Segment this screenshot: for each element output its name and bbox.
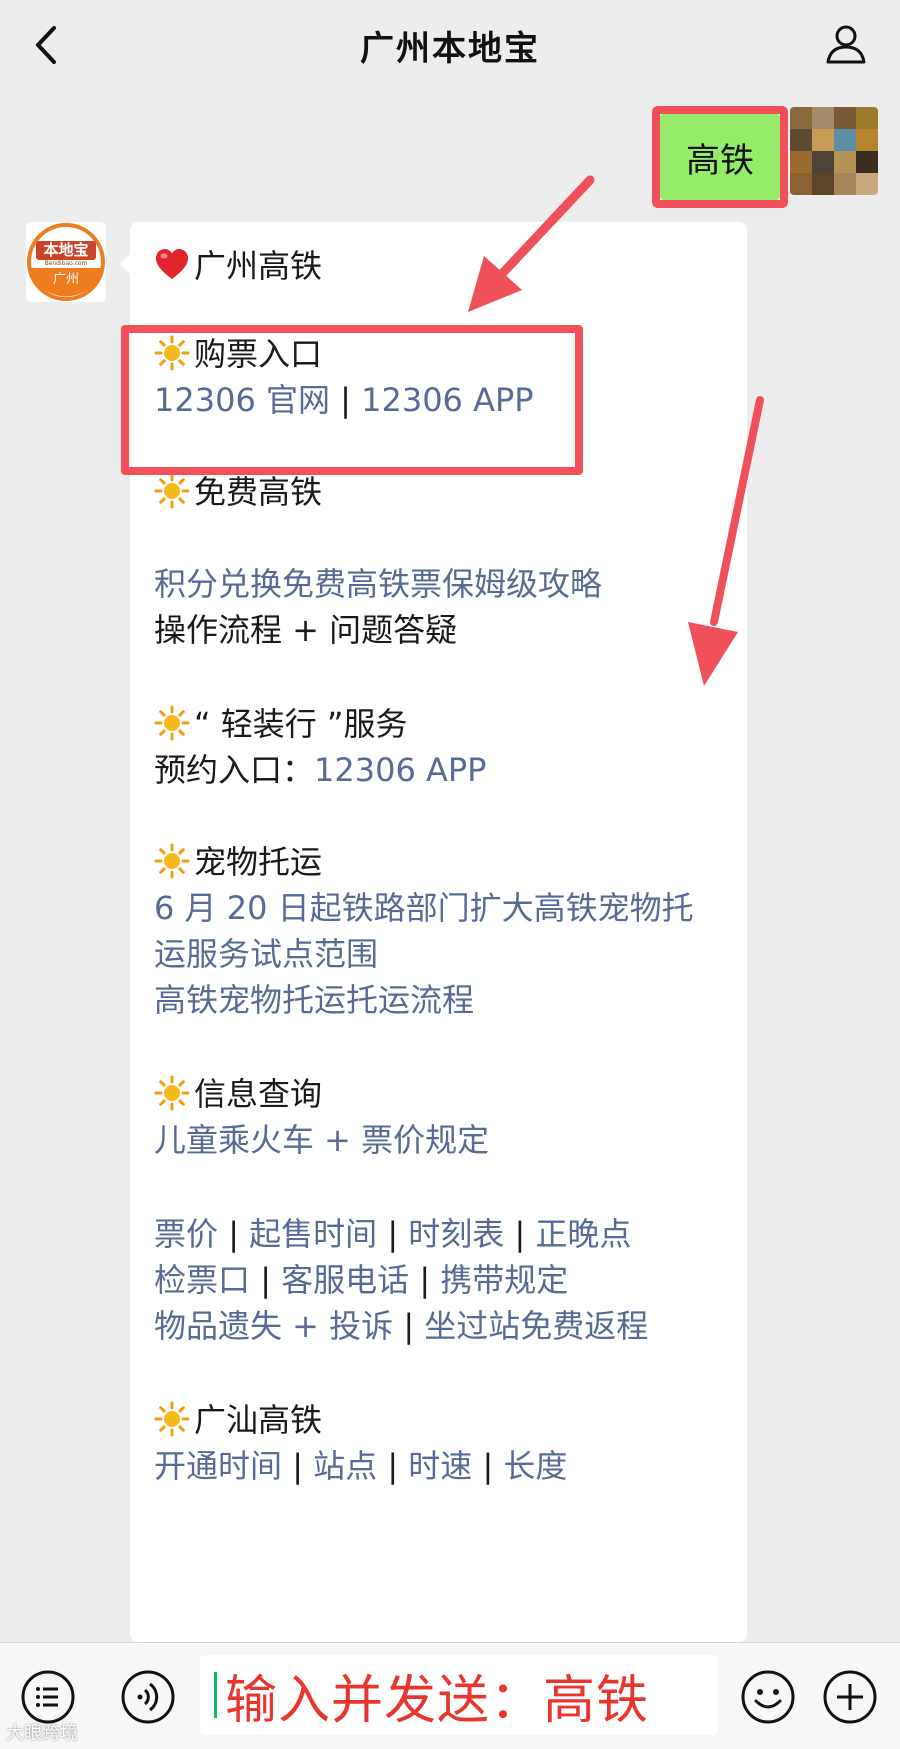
emoji-icon[interactable] [740,1669,796,1725]
arrow-scroll-down [688,396,764,686]
text-caret [214,1672,217,1718]
annotation-arrows [468,175,764,686]
add-plus-icon[interactable] [822,1669,878,1725]
message-input[interactable]: 输入并发送：高铁 [200,1655,718,1735]
arrow-to-ticket-entry [468,175,595,312]
voice-icon[interactable] [120,1669,176,1725]
menu-list-icon[interactable] [20,1669,76,1725]
input-instruction-text: 输入并发送：高铁 [225,1670,650,1731]
chat-input-bar: 输入并发送：高铁 [0,1642,900,1749]
watermark: 大眼跨境 [6,1723,78,1744]
